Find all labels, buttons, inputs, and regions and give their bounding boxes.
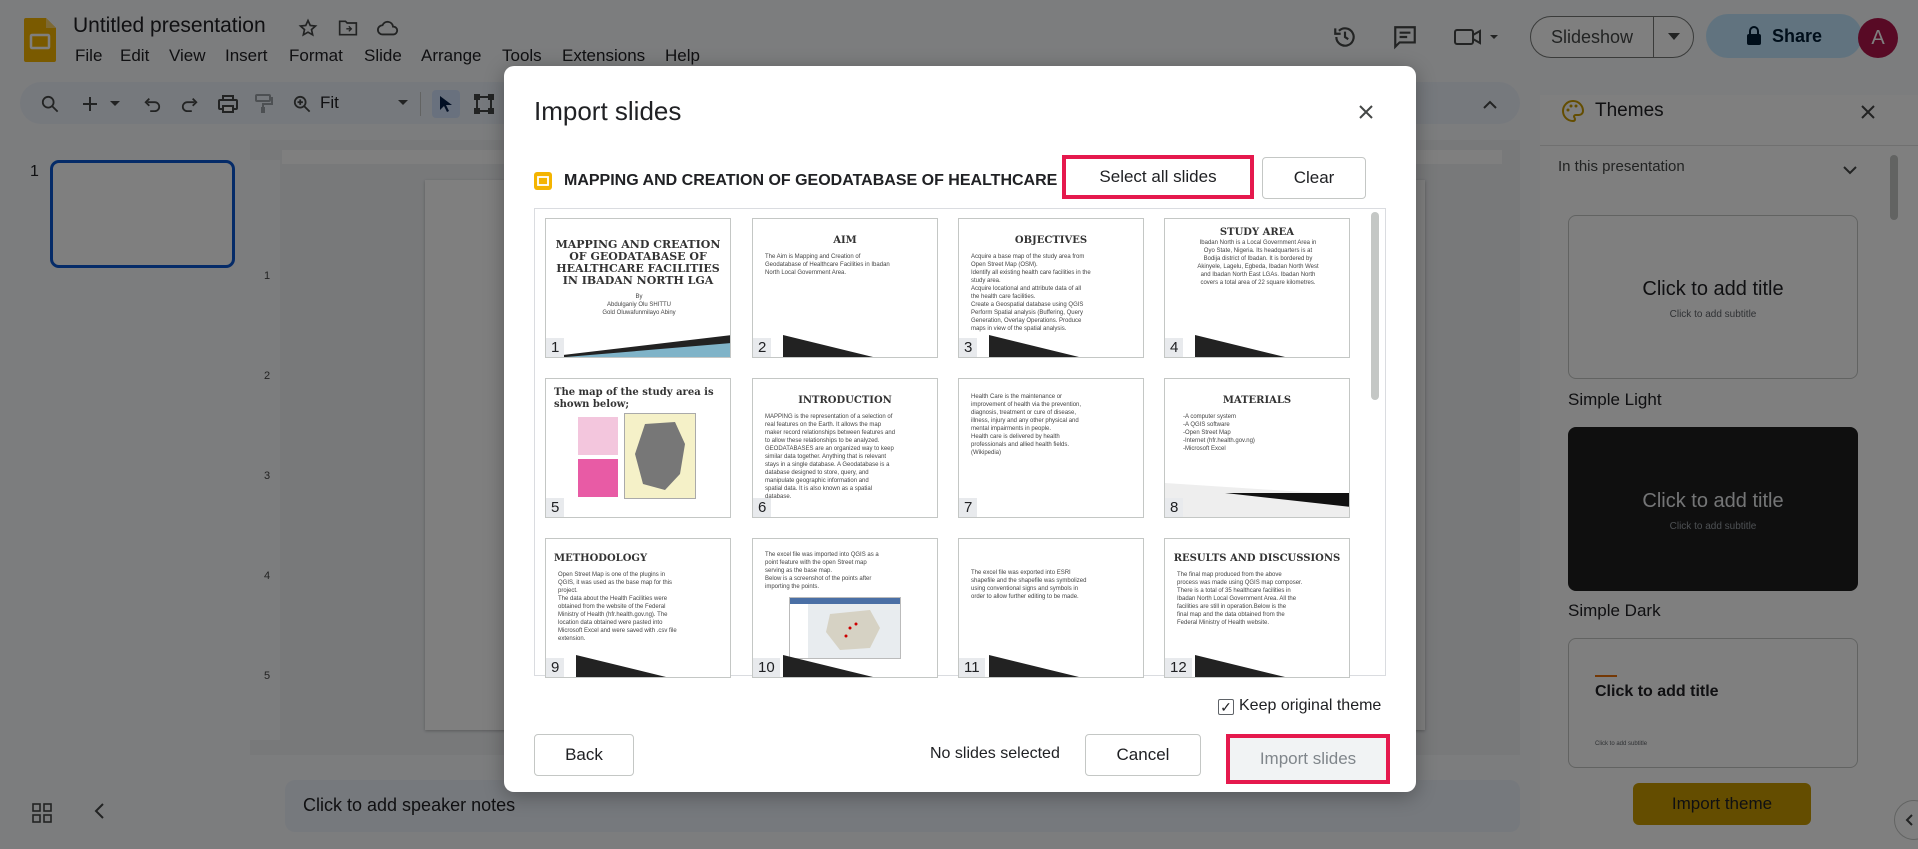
slide-decoration bbox=[1165, 483, 1349, 517]
slide-option-1[interactable]: MAPPING AND CREATION OF GEODATABASE OF H… bbox=[545, 218, 731, 358]
import-slides-button[interactable]: Import slides bbox=[1226, 734, 1390, 784]
slide-option-5[interactable]: The map of the study area is shown below… bbox=[545, 378, 731, 518]
slide-decoration bbox=[989, 655, 1079, 677]
slide-decoration bbox=[783, 335, 873, 357]
slide-option-title: METHODOLOGY bbox=[554, 553, 648, 564]
keep-original-theme-label[interactable]: Keep original theme bbox=[1239, 697, 1381, 715]
keep-original-theme-checkbox[interactable]: ✓ bbox=[1218, 699, 1234, 715]
slide-option-body: MAPPING is the representation of a selec… bbox=[765, 414, 896, 500]
slide-option-number: 9 bbox=[546, 658, 565, 677]
back-button[interactable]: Back bbox=[534, 734, 634, 776]
slide-option-number: 12 bbox=[1165, 658, 1192, 677]
slide-option-body: By Abdulganiy Olu SHITTU Gold Oluwafunmi… bbox=[602, 294, 676, 316]
slide-option-number: 5 bbox=[546, 498, 565, 517]
slide-option-title: INTRODUCTION bbox=[798, 395, 892, 406]
slide-decoration bbox=[1195, 655, 1285, 677]
slide-option-number: 6 bbox=[753, 498, 772, 517]
slide-option-body: The Aim is Mapping and Creation of Geoda… bbox=[765, 254, 890, 276]
slide-decoration bbox=[989, 335, 1079, 357]
slide-option-9[interactable]: METHODOLOGY Open Street Map is one of th… bbox=[545, 538, 731, 678]
slide-option-4[interactable]: STUDY AREA Ibadan North is a Local Gover… bbox=[1164, 218, 1350, 358]
slide-option-title: RESULTS AND DISCUSSIONS bbox=[1173, 553, 1341, 564]
slide-decoration bbox=[546, 335, 730, 357]
slide-decoration bbox=[1195, 335, 1285, 357]
slide-option-10[interactable]: The excel file was imported into QGIS as… bbox=[752, 538, 938, 678]
slide-option-2[interactable]: AIM The Aim is Mapping and Creation of G… bbox=[752, 218, 938, 358]
slide-option-number: 7 bbox=[959, 498, 978, 517]
slide-option-title: OBJECTIVES bbox=[1014, 235, 1088, 246]
slide-option-body: Ibadan North is a Local Government Area … bbox=[1197, 240, 1319, 286]
slide-decoration bbox=[783, 655, 873, 677]
slide-option-body: Acquire a base map of the study area fro… bbox=[971, 254, 1091, 332]
qgis-screenshot-image bbox=[789, 597, 901, 659]
slide-option-body: Health Care is the maintenance or improv… bbox=[971, 394, 1082, 456]
slide-option-12[interactable]: RESULTS AND DISCUSSIONS The final map pr… bbox=[1164, 538, 1350, 678]
slide-option-number: 3 bbox=[959, 338, 978, 357]
selection-status: No slides selected bbox=[930, 745, 1060, 762]
slide-option-number: 1 bbox=[546, 338, 565, 357]
slide-option-number: 8 bbox=[1165, 498, 1184, 517]
cancel-button[interactable]: Cancel bbox=[1085, 734, 1201, 776]
slide-option-title: STUDY AREA bbox=[1219, 227, 1295, 238]
slide-option-3[interactable]: OBJECTIVES Acquire a base map of the stu… bbox=[958, 218, 1144, 358]
slide-option-7[interactable]: Health Care is the maintenance or improv… bbox=[958, 378, 1144, 518]
slide-option-body: Open Street Map is one of the plugins in… bbox=[558, 572, 677, 642]
slide-decoration bbox=[576, 655, 666, 677]
slide-option-title: MATERIALS bbox=[1222, 395, 1292, 406]
slide-option-11[interactable]: The excel file was exported into ESRI sh… bbox=[958, 538, 1144, 678]
slide-option-number: 2 bbox=[753, 338, 772, 357]
source-presentation-name: MAPPING AND CREATION OF GEODATABASE OF H… bbox=[564, 172, 1068, 189]
slide-grid-scrollbar-thumb[interactable] bbox=[1371, 212, 1379, 400]
slide-option-title: The map of the study area is shown below… bbox=[554, 387, 714, 410]
slide-option-6[interactable]: INTRODUCTION MAPPING is the representati… bbox=[752, 378, 938, 518]
slide-option-body: -A computer system -A QGIS software -Ope… bbox=[1183, 414, 1255, 452]
slide-option-body: The excel file was exported into ESRI sh… bbox=[971, 570, 1087, 600]
map-inset-image bbox=[578, 417, 618, 455]
slide-option-title: MAPPING AND CREATION OF GEODATABASE OF H… bbox=[555, 238, 721, 287]
slide-option-body: The excel file was imported into QGIS as… bbox=[765, 552, 879, 590]
slide-option-body: The final map produced from the above pr… bbox=[1177, 572, 1303, 626]
slide-option-number: 11 bbox=[959, 658, 985, 677]
clear-selection-button[interactable]: Clear bbox=[1262, 157, 1366, 199]
close-dialog-icon[interactable] bbox=[1352, 98, 1380, 126]
study-area-map-image bbox=[624, 413, 696, 499]
presentation-file-icon bbox=[534, 172, 552, 190]
map-inset-image bbox=[578, 459, 618, 497]
select-all-slides-button[interactable]: Select all slides bbox=[1062, 155, 1254, 199]
slide-option-number: 10 bbox=[753, 658, 780, 677]
slide-option-8[interactable]: MATERIALS -A computer system -A QGIS sof… bbox=[1164, 378, 1350, 518]
slide-option-number: 4 bbox=[1165, 338, 1184, 357]
dialog-title: Import slides bbox=[534, 96, 682, 126]
slide-option-title: AIM bbox=[833, 235, 857, 246]
